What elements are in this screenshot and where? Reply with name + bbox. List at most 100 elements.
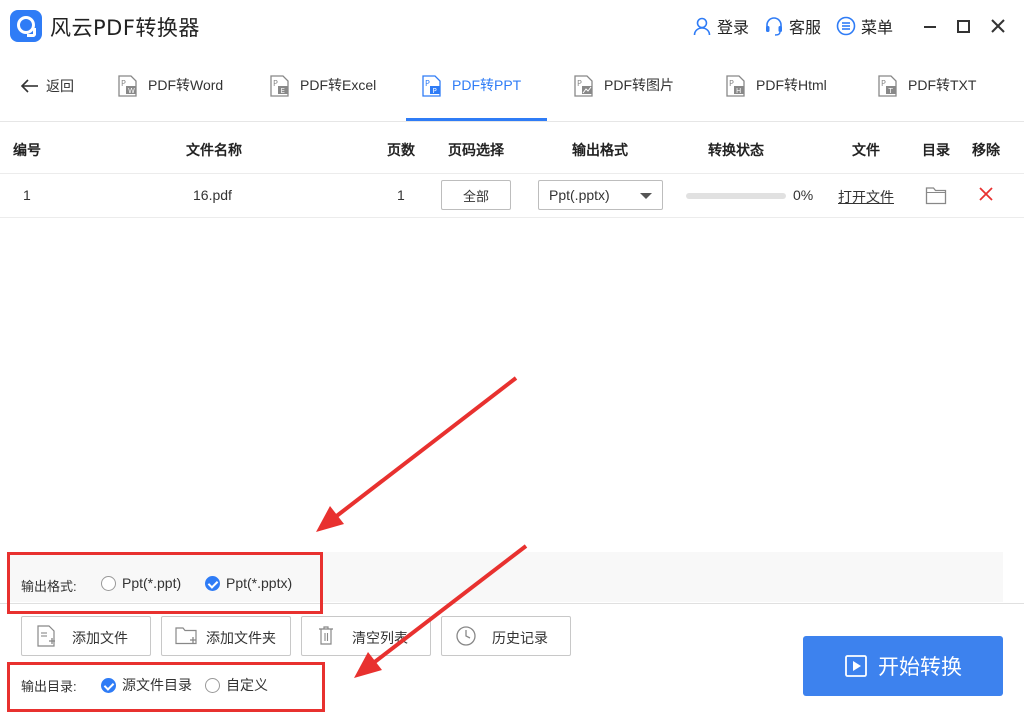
svg-text:T: T xyxy=(888,87,894,95)
trash-icon xyxy=(319,626,333,645)
radio-ppt[interactable]: Ppt(*.ppt) xyxy=(101,575,181,591)
add-file-icon xyxy=(37,625,55,647)
pdf-txt-icon: PT xyxy=(878,75,897,97)
tab-pdf-txt[interactable]: PT PDF转TXT xyxy=(876,70,976,122)
open-file-link[interactable]: 打开文件 xyxy=(838,187,894,207)
col-file: 文件 xyxy=(852,142,880,158)
svg-text:P: P xyxy=(121,79,126,88)
table-row: 1 16.pdf 1 全部 Ppt(.pptx) 0% 打开文件 xyxy=(0,174,1024,218)
tab-pdf-html[interactable]: PH PDF转Html xyxy=(724,70,827,122)
col-filename: 文件名称 xyxy=(186,142,242,158)
pdf-ppt-icon: PP xyxy=(422,75,441,97)
format-select[interactable]: Ppt(.pptx) xyxy=(538,180,663,210)
radio-circle xyxy=(101,575,116,591)
radio-source-dir[interactable]: 源文件目录 xyxy=(101,675,192,695)
folder-icon[interactable] xyxy=(925,185,947,205)
progress-bar xyxy=(686,193,786,199)
col-output-format: 输出格式 xyxy=(572,142,628,158)
tab-pdf-image[interactable]: P PDF转图片 xyxy=(572,70,674,122)
divider xyxy=(0,603,1024,604)
pdf-excel-icon: PE xyxy=(270,75,289,97)
add-folder-label: 添加文件夹 xyxy=(206,630,276,646)
col-pages: 页数 xyxy=(387,142,415,158)
chevron-down-icon xyxy=(640,193,652,199)
login-label: 登录 xyxy=(717,20,750,37)
svg-text:E: E xyxy=(281,87,285,95)
menu-button[interactable]: 菜单 xyxy=(836,14,893,38)
col-page-select: 页码选择 xyxy=(448,142,504,158)
row-filename: 16.pdf xyxy=(193,187,232,203)
tab-label: PDF转TXT xyxy=(908,77,977,93)
tab-pdf-excel[interactable]: PE PDF转Excel xyxy=(268,70,376,122)
radio-pptx-label: Ppt(*.pptx) xyxy=(226,575,293,591)
tab-pdf-word[interactable]: PW PDF转Word xyxy=(116,70,223,122)
add-file-label: 添加文件 xyxy=(72,630,128,646)
radio-pptx[interactable]: Ppt(*.pptx) xyxy=(205,575,292,591)
col-remove: 移除 xyxy=(972,142,1000,158)
user-icon xyxy=(693,17,711,36)
checkmark-icon xyxy=(101,677,116,693)
menu-label: 菜单 xyxy=(861,20,894,37)
clear-list-label: 清空列表 xyxy=(352,630,408,646)
add-folder-button[interactable]: 添加文件夹 xyxy=(161,616,291,656)
svg-text:W: W xyxy=(128,87,135,95)
row-index: 1 xyxy=(23,187,31,203)
app-title: 风云PDF转换器 xyxy=(50,16,200,40)
tab-label: PDF转图片 xyxy=(604,77,674,93)
login-button[interactable]: 登录 xyxy=(692,14,749,38)
active-tab-indicator xyxy=(406,118,547,121)
back-button[interactable]: 返回 xyxy=(20,76,74,96)
tab-label: PDF转Excel xyxy=(300,77,377,93)
add-folder-icon xyxy=(175,627,197,645)
minimize-icon[interactable] xyxy=(918,14,942,38)
menu-icon xyxy=(836,16,856,36)
start-label: 开始转换 xyxy=(878,655,962,679)
close-icon[interactable] xyxy=(986,14,1010,38)
radio-source-dir-label: 源文件目录 xyxy=(122,677,192,693)
svg-text:P: P xyxy=(433,87,437,95)
app-logo-icon xyxy=(10,10,42,42)
tab-pdf-ppt[interactable]: PP PDF转PPT xyxy=(420,70,521,122)
svg-text:P: P xyxy=(425,79,430,88)
svg-text:P: P xyxy=(729,79,734,88)
file-table-header: 编号 文件名称 页数 页码选择 输出格式 转换状态 文件 目录 移除 xyxy=(0,122,1024,174)
svg-text:P: P xyxy=(881,79,886,88)
annotation-arrowhead-upper xyxy=(316,506,344,532)
page-select-button[interactable]: 全部 xyxy=(441,180,511,210)
maximize-icon[interactable] xyxy=(951,14,975,38)
pdf-word-icon: PW xyxy=(118,75,137,97)
output-format-label: 输出格式: xyxy=(21,579,77,594)
radio-custom-dir[interactable]: 自定义 xyxy=(205,675,268,695)
play-icon xyxy=(845,655,867,677)
radio-circle xyxy=(205,677,220,693)
col-directory: 目录 xyxy=(922,142,950,158)
pdf-image-icon: P xyxy=(574,75,593,97)
col-status: 转换状态 xyxy=(708,142,764,158)
history-button[interactable]: 历史记录 xyxy=(441,616,571,656)
customer-service-button[interactable]: 客服 xyxy=(764,14,821,38)
checkmark-icon xyxy=(205,575,220,591)
col-index: 编号 xyxy=(13,142,41,158)
row-pages: 1 xyxy=(397,187,405,203)
format-select-value: Ppt(.pptx) xyxy=(549,187,610,203)
back-label: 返回 xyxy=(46,78,74,94)
conversion-nav: 返回 PW PDF转Word PE PDF转Excel PP PDF转PPT P… xyxy=(0,52,1024,122)
tab-label: PDF转Word xyxy=(148,77,224,93)
radio-custom-dir-label: 自定义 xyxy=(226,677,268,693)
add-file-button[interactable]: 添加文件 xyxy=(21,616,151,656)
annotation-arrow-upper xyxy=(332,376,518,520)
arrow-left-icon xyxy=(20,79,38,93)
svg-text:P: P xyxy=(577,79,582,88)
tab-label: PDF转PPT xyxy=(452,77,522,93)
tab-label: PDF转Html xyxy=(756,77,827,93)
clock-icon xyxy=(456,626,476,646)
remove-icon[interactable] xyxy=(978,186,994,202)
history-label: 历史记录 xyxy=(492,630,548,646)
progress-text: 0% xyxy=(793,187,814,203)
output-dir-label: 输出目录: xyxy=(21,679,77,694)
pdf-html-icon: PH xyxy=(726,75,745,97)
start-conversion-button[interactable]: 开始转换 xyxy=(803,636,1003,696)
headset-icon xyxy=(766,17,782,36)
radio-ppt-label: Ppt(*.ppt) xyxy=(122,575,182,591)
clear-list-button[interactable]: 清空列表 xyxy=(301,616,431,656)
